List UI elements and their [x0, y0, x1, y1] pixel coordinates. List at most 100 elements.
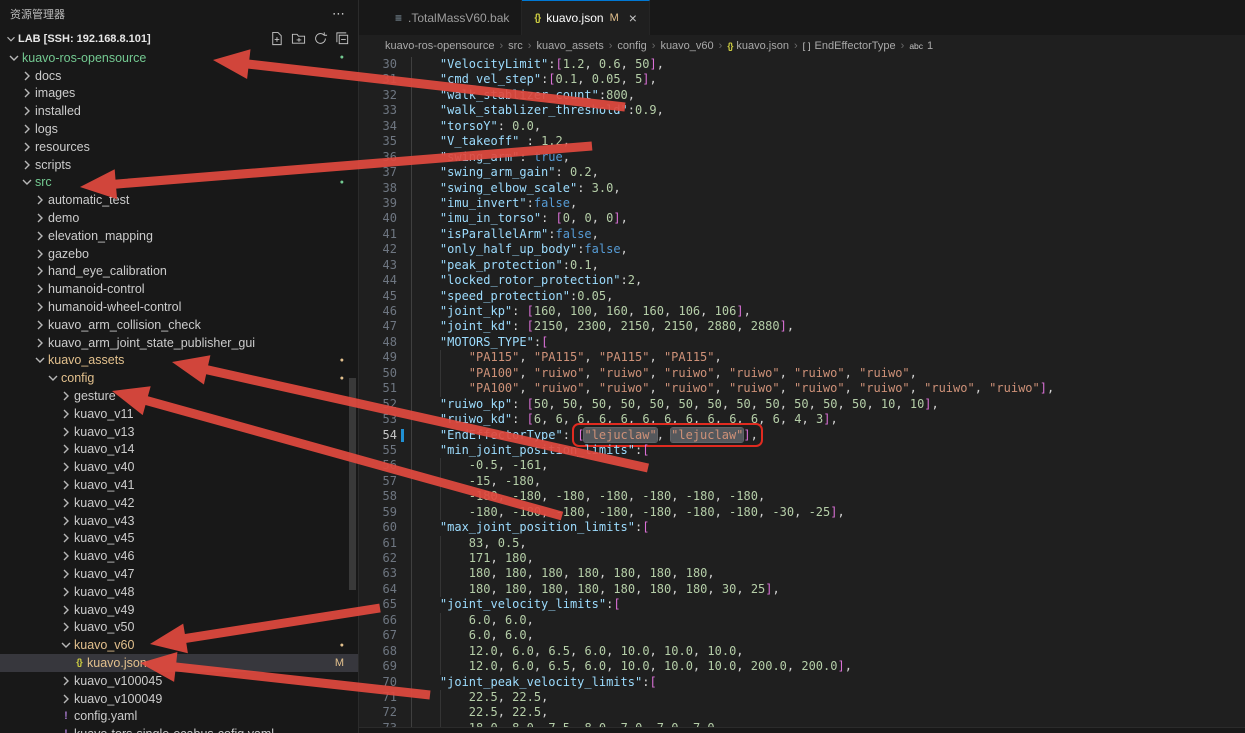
- tree-item-kuavo_v13[interactable]: kuavo_v13: [0, 423, 358, 441]
- code-line-53[interactable]: 53 "ruiwo_kd": [6, 6, 6, 6, 6, 6, 6, 6, …: [359, 412, 1245, 427]
- code-line-72[interactable]: 72 22.5, 22.5,: [359, 705, 1245, 720]
- code-line-37[interactable]: 37 "swing_arm_gain": 0.2,: [359, 165, 1245, 180]
- code-view[interactable]: 30 "VelocityLimit":[1.2, 0.6, 50],31 "cm…: [359, 57, 1245, 733]
- tree-item-kuavo-ros-opensource[interactable]: kuavo-ros-opensource●: [0, 49, 358, 67]
- tab-.TotalMassV60.bak[interactable]: ≡.TotalMassV60.bak: [383, 0, 522, 35]
- code-line-69[interactable]: 69 12.0, 6.0, 6.5, 6.0, 10.0, 10.0, 10.0…: [359, 659, 1245, 674]
- code-line-50[interactable]: 50 "PA100", "ruiwo", "ruiwo", "ruiwo", "…: [359, 366, 1245, 381]
- tree-item-kuavo.json[interactable]: {}kuavo.jsonM: [0, 654, 358, 672]
- code-line-60[interactable]: 60 "max_joint_position_limits":[: [359, 520, 1245, 535]
- code-line-66[interactable]: 66 6.0, 6.0,: [359, 613, 1245, 628]
- breadcrumb-item[interactable]: kuavo_v60: [660, 40, 713, 52]
- code-line-61[interactable]: 61 83, 0.5,: [359, 536, 1245, 551]
- tree-item-images[interactable]: images: [0, 85, 358, 103]
- code-line-43[interactable]: 43 "peak_protection":0.1,: [359, 258, 1245, 273]
- tree-item-installed[interactable]: installed: [0, 102, 358, 120]
- tree-item-kuavo_v45[interactable]: kuavo_v45: [0, 530, 358, 548]
- code-line-64[interactable]: 64 180, 180, 180, 180, 180, 180, 180, 30…: [359, 582, 1245, 597]
- code-line-54[interactable]: 54 "EndEffectorType": ["lejuclaw", "leju…: [359, 428, 1245, 443]
- breadcrumb-item[interactable]: kuavo-ros-opensource: [385, 40, 494, 52]
- collapse-all-icon[interactable]: [334, 31, 350, 47]
- tree-item-kuavo_assets[interactable]: kuavo_assets●: [0, 352, 358, 370]
- tree-item-kuavo_v43[interactable]: kuavo_v43: [0, 512, 358, 530]
- tree-item-gesture[interactable]: gesture: [0, 387, 358, 405]
- code-line-52[interactable]: 52 "ruiwo_kp": [50, 50, 50, 50, 50, 50, …: [359, 397, 1245, 412]
- tree-item-src[interactable]: src●: [0, 174, 358, 192]
- tree-item-demo[interactable]: demo: [0, 209, 358, 227]
- breadcrumb-item[interactable]: config: [617, 40, 646, 52]
- sidebar-scrollbar-thumb[interactable]: [349, 378, 356, 590]
- refresh-icon[interactable]: [312, 31, 328, 47]
- code-line-62[interactable]: 62 171, 180,: [359, 551, 1245, 566]
- workspace-section-header[interactable]: LAB [SSH: 192.168.8.101]: [0, 28, 358, 49]
- tree-item-kuavo_v100045[interactable]: kuavo_v100045: [0, 672, 358, 690]
- code-line-68[interactable]: 68 12.0, 6.0, 6.5, 6.0, 10.0, 10.0, 10.0…: [359, 644, 1245, 659]
- tree-item-config[interactable]: config●: [0, 369, 358, 387]
- breadcrumb[interactable]: kuavo-ros-opensource›src›kuavo_assets›co…: [359, 35, 1245, 57]
- code-line-47[interactable]: 47 "joint_kd": [2150, 2300, 2150, 2150, …: [359, 319, 1245, 334]
- code-line-67[interactable]: 67 6.0, 6.0,: [359, 628, 1245, 643]
- breadcrumb-item[interactable]: {}kuavo.json: [727, 40, 789, 52]
- code-line-39[interactable]: 39 "imu_invert":false,: [359, 196, 1245, 211]
- code-line-55[interactable]: 55 "min_joint_position_limits":[: [359, 443, 1245, 458]
- code-line-65[interactable]: 65 "joint_velocity_limits":[: [359, 597, 1245, 612]
- tree-item-kuavo_v40[interactable]: kuavo_v40: [0, 458, 358, 476]
- code-line-42[interactable]: 42 "only_half_up_body":false,: [359, 242, 1245, 257]
- tree-item-kuavo_v14[interactable]: kuavo_v14: [0, 441, 358, 459]
- code-line-38[interactable]: 38 "swing_elbow_scale": 3.0,: [359, 181, 1245, 196]
- tree-item-kuavo_v49[interactable]: kuavo_v49: [0, 601, 358, 619]
- tree-item-hand_eye_calibration[interactable]: hand_eye_calibration: [0, 263, 358, 281]
- tree-item-kuavo_arm_collision_check[interactable]: kuavo_arm_collision_check: [0, 316, 358, 334]
- code-line-59[interactable]: 59 -180, -180, -180, -180, -180, -180, -…: [359, 505, 1245, 520]
- code-line-33[interactable]: 33 "walk_stablizer_threshold":0.9,: [359, 103, 1245, 118]
- code-line-30[interactable]: 30 "VelocityLimit":[1.2, 0.6, 50],: [359, 57, 1245, 72]
- tree-item-logs[interactable]: logs: [0, 120, 358, 138]
- more-actions-icon[interactable]: ⋯: [329, 6, 348, 22]
- code-line-40[interactable]: 40 "imu_in_torso": [0, 0, 0],: [359, 211, 1245, 226]
- code-line-45[interactable]: 45 "speed_protection":0.05,: [359, 289, 1245, 304]
- tree-item-config.yaml[interactable]: !config.yaml: [0, 707, 358, 725]
- code-line-48[interactable]: 48 "MOTORS_TYPE":[: [359, 335, 1245, 350]
- tree-item-humanoid-wheel-control[interactable]: humanoid-wheel-control: [0, 298, 358, 316]
- tree-item-kuavo_v50[interactable]: kuavo_v50: [0, 619, 358, 637]
- tree-item-humanoid-control[interactable]: humanoid-control: [0, 280, 358, 298]
- breadcrumb-item[interactable]: src: [508, 40, 523, 52]
- code-line-70[interactable]: 70 "joint_peak_velocity_limits":[: [359, 675, 1245, 690]
- tree-item-kuavo_v42[interactable]: kuavo_v42: [0, 494, 358, 512]
- close-icon[interactable]: ×: [629, 10, 637, 26]
- code-line-36[interactable]: 36 "swing_arm": true,: [359, 150, 1245, 165]
- code-line-49[interactable]: 49 "PA115", "PA115", "PA115", "PA115",: [359, 350, 1245, 365]
- code-line-56[interactable]: 56 -0.5, -161,: [359, 458, 1245, 473]
- code-line-44[interactable]: 44 "locked_rotor_protection":2,: [359, 273, 1245, 288]
- tree-item-kuavo_v48[interactable]: kuavo_v48: [0, 583, 358, 601]
- tree-item-kuavo_v60[interactable]: kuavo_v60●: [0, 636, 358, 654]
- code-line-57[interactable]: 57 -15, -180,: [359, 474, 1245, 489]
- code-line-41[interactable]: 41 "isParallelArm":false,: [359, 227, 1245, 242]
- code-line-63[interactable]: 63 180, 180, 180, 180, 180, 180, 180,: [359, 566, 1245, 581]
- code-line-31[interactable]: 31 "cmd_vel_step":[0.1, 0.05, 5],: [359, 72, 1245, 87]
- code-line-35[interactable]: 35 "V_takeoff" : 1.2,: [359, 134, 1245, 149]
- tree-item-scripts[interactable]: scripts: [0, 156, 358, 174]
- tree-item-resources[interactable]: resources: [0, 138, 358, 156]
- code-line-32[interactable]: 32 "walk_stablizer_count":800,: [359, 88, 1245, 103]
- code-line-34[interactable]: 34 "torsoY": 0.0,: [359, 119, 1245, 134]
- breadcrumb-item[interactable]: [ ]EndEffectorType: [803, 40, 896, 52]
- code-line-51[interactable]: 51 "PA100", "ruiwo", "ruiwo", "ruiwo", "…: [359, 381, 1245, 396]
- tree-item-docs[interactable]: docs: [0, 67, 358, 85]
- tree-item-kuavo_v100049[interactable]: kuavo_v100049: [0, 690, 358, 708]
- code-line-71[interactable]: 71 22.5, 22.5,: [359, 690, 1245, 705]
- breadcrumb-item[interactable]: abc1: [909, 40, 933, 52]
- tree-item-kuavo_v47[interactable]: kuavo_v47: [0, 565, 358, 583]
- tree-item-kuavo_v41[interactable]: kuavo_v41: [0, 476, 358, 494]
- tree-item-kuavo_arm_joint_state_publisher_gui[interactable]: kuavo_arm_joint_state_publisher_gui: [0, 334, 358, 352]
- tree-item-kuavo-tors-single-ecabus-cofig.yaml[interactable]: !kuavo-tors-single-ecabus-cofig.yaml: [0, 725, 358, 733]
- tree-item-elevation_mapping[interactable]: elevation_mapping: [0, 227, 358, 245]
- code-line-46[interactable]: 46 "joint_kp": [160, 100, 160, 160, 106,…: [359, 304, 1245, 319]
- tree-item-automatic_test[interactable]: automatic_test: [0, 191, 358, 209]
- new-file-icon[interactable]: [268, 31, 284, 47]
- breadcrumb-item[interactable]: kuavo_assets: [536, 40, 603, 52]
- code-line-58[interactable]: 58 -180, -180, -180, -180, -180, -180, -…: [359, 489, 1245, 504]
- new-folder-icon[interactable]: [290, 31, 306, 47]
- tab-kuavo.json[interactable]: {}kuavo.jsonM×: [522, 0, 650, 35]
- tree-item-kuavo_v46[interactable]: kuavo_v46: [0, 547, 358, 565]
